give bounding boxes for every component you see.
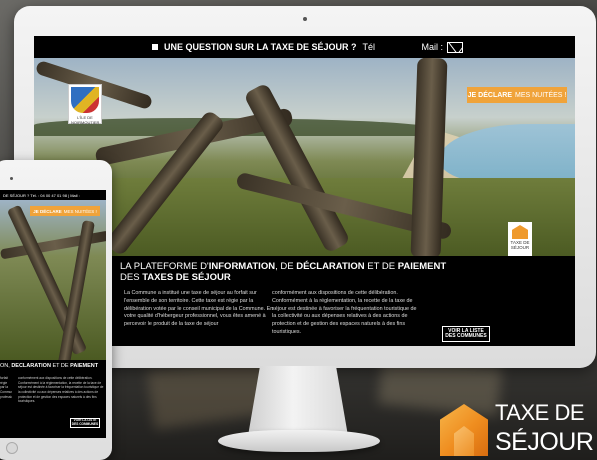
info-section: LA PLATEFORME D'INFORMATION, DE DÉCLARAT… <box>34 256 575 346</box>
headline-part: LA PLATEFORME D' <box>120 261 209 272</box>
headline-part: ET DE <box>364 261 398 272</box>
declare-light: MES NUITÉES ! <box>515 91 567 99</box>
headline-part: DES <box>120 271 143 283</box>
headline-part: TAXES DE SÉJOUR <box>142 271 231 283</box>
tablet-declare-button[interactable]: JE DÉCLARE MES NUITÉES ! <box>30 206 100 216</box>
headline-part: ON, <box>0 363 12 369</box>
commune-logo-text: L'ÎLE DE NOIRMOUTIER <box>71 115 100 125</box>
mail-link[interactable]: Mail : <box>421 41 463 53</box>
badge-text: TAXE DE SÉJOUR <box>510 240 530 250</box>
headline-part: DÉCLARATION <box>296 261 365 272</box>
view-communes-button[interactable]: VOIR LA LISTE DES COMMUNES <box>442 326 490 342</box>
declare-nights-button[interactable]: JE DÉCLARE MES NUITÉES ! <box>467 87 567 103</box>
declare-strong: JE DÉCLARE <box>467 91 512 99</box>
mail-label: Mail : <box>421 42 443 52</box>
headline-part: DÉCLARATION <box>11 363 51 369</box>
home-button[interactable] <box>6 442 18 454</box>
tablet-hero: JE DÉCLARE MES NUITÉES ! <box>0 200 106 360</box>
headline-part: , DE <box>275 261 297 272</box>
headline-part: ET DE <box>50 363 71 369</box>
headline-part: PAIEMENT <box>397 261 447 272</box>
brand-logo: TAXE DE SÉJOUR <box>440 398 597 460</box>
declare-strong: JE DÉCLARE <box>33 208 62 214</box>
intro-paragraph-1: La Commune a institué une taxe de séjour… <box>124 290 274 328</box>
declare-light: MES NUITÉES ! <box>63 208 97 214</box>
headline-part: INFORMATION <box>208 261 276 272</box>
page-headline: LA PLATEFORME D'INFORMATION, DE DÉCLARAT… <box>120 261 460 284</box>
tablet-headline: ON, DÉCLARATION ET DE PAIEMENT <box>0 363 106 369</box>
commune-logo[interactable]: L'ÎLE DE NOIRMOUTIER <box>68 84 102 125</box>
coat-of-arms-icon <box>71 87 99 113</box>
camera-dot <box>10 177 13 180</box>
tablet-screen: DE SÉJOUR ? Tél. : 04 00 47 01 98 | Mail… <box>0 190 106 438</box>
square-bullet-icon <box>152 44 158 50</box>
envelope-icon <box>447 41 463 53</box>
tel-link[interactable]: Tél <box>363 42 376 52</box>
sea <box>439 124 575 184</box>
taxe-sejour-badge: TAXE DE SÉJOUR <box>508 222 532 258</box>
monitor-stand-base <box>218 430 380 452</box>
hero-banner: L'ÎLE DE NOIRMOUTIER JE DÉCLARE MES NUIT… <box>34 58 575 256</box>
top-bar: UNE QUESTION SUR LA TAXE DE SÉJOUR ? Tél… <box>34 36 575 58</box>
desktop-screen: UNE QUESTION SUR LA TAXE DE SÉJOUR ? Tél… <box>34 36 575 346</box>
house-logo-icon <box>440 404 488 456</box>
tablet-paragraph-1: forfait régie par la Commune professionn… <box>0 376 12 399</box>
tablet-top-bar: DE SÉJOUR ? Tél. : 04 00 47 01 98 | Mail… <box>3 192 80 198</box>
house-icon <box>512 225 528 239</box>
tablet-device: DE SÉJOUR ? Tél. : 04 00 47 01 98 | Mail… <box>0 160 112 460</box>
monitor-stand <box>248 366 348 436</box>
brand-line-2: SÉJOUR <box>495 428 594 456</box>
tablet-paragraph-2: conformément aux dispositions de cette d… <box>18 376 104 404</box>
tablet-view-communes-button[interactable]: VOIR LA LISTE DES COMMUNES <box>70 418 100 428</box>
brand-line-1: TAXE DE <box>495 400 585 425</box>
camera-dot <box>303 17 307 21</box>
question-text: UNE QUESTION SUR LA TAXE DE SÉJOUR ? <box>164 42 357 52</box>
headline-part: PAIEMENT <box>70 363 99 369</box>
intro-paragraph-2: conformément aux dispositions de cette d… <box>272 290 417 336</box>
